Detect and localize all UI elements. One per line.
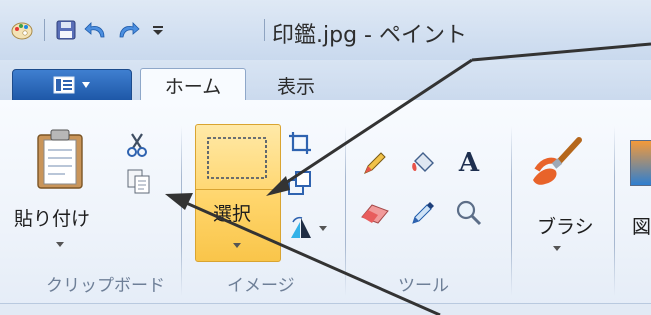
paste-dropdown-arrow (56, 242, 64, 247)
paste-label: 貼り付け (14, 208, 91, 230)
chevron-down-icon (82, 82, 90, 88)
select-label: 選択 (213, 203, 252, 225)
copy-button[interactable] (126, 168, 158, 200)
window-title: 印鑑.jpg - ペイント (272, 23, 467, 48)
qat-customize-icon[interactable] (146, 18, 170, 42)
resize-button[interactable] (287, 170, 317, 200)
qat-separator (44, 19, 45, 41)
clipboard-icon (37, 129, 83, 189)
group-separator (511, 126, 512, 296)
magnifier-icon (456, 200, 482, 226)
text-tool-label: A (458, 148, 480, 178)
cut-button[interactable] (126, 132, 154, 160)
brushes-button[interactable]: ブラシ (525, 128, 594, 268)
magnifier-tool[interactable] (452, 196, 486, 230)
eraser-tool[interactable] (358, 196, 392, 230)
eraser-icon (361, 204, 389, 224)
clipboard-group-label: クリップボード (46, 276, 165, 296)
shapes-icon (630, 140, 651, 186)
group-separator (181, 126, 182, 296)
text-tool[interactable]: A (452, 146, 486, 180)
shapes-label-partial: 図 (632, 216, 651, 238)
paint-palette-icon[interactable] (10, 18, 34, 42)
rotate-icon (291, 216, 311, 238)
file-menu-icon (53, 76, 75, 94)
select-dropdown-arrow (233, 243, 241, 248)
tab-view[interactable]: 表示 (258, 70, 334, 100)
floppy-disk-icon[interactable] (54, 18, 78, 42)
group-separator (345, 126, 346, 296)
file-menu-button[interactable] (12, 69, 132, 101)
image-group-label: イメージ (227, 276, 295, 296)
pencil-tool[interactable] (358, 146, 392, 180)
paste-button[interactable]: 貼り付け (14, 124, 102, 264)
title-separator (264, 19, 265, 41)
fill-tool[interactable] (406, 146, 440, 180)
rotate-dropdown-arrow (319, 226, 327, 231)
pencil-icon (364, 152, 386, 174)
tab-home[interactable]: ホーム (140, 68, 246, 102)
tools-group-label: ツール (398, 276, 449, 296)
brushes-label: ブラシ (537, 216, 594, 238)
scissors-icon (127, 133, 147, 157)
undo-arrow-icon[interactable] (84, 18, 108, 42)
shapes-button-partial[interactable]: 図 (626, 128, 651, 268)
rotate-button[interactable] (287, 214, 331, 246)
resize-icon (288, 171, 311, 195)
paint-bucket-icon (412, 152, 434, 172)
select-split-line (195, 189, 279, 190)
paintbrush-icon (533, 137, 582, 185)
brushes-dropdown-arrow (553, 246, 561, 251)
paint-window: 印鑑.jpg - ペイント ホーム 表示 貼り付け クリップボード 選択 イメー… (0, 0, 651, 315)
title-bar: 印鑑.jpg - ペイント (0, 0, 651, 61)
ribbon-bottom-edge (0, 303, 651, 315)
selection-rectangle-icon (207, 137, 267, 179)
group-separator (614, 126, 615, 296)
eyedropper-icon (412, 202, 434, 224)
crop-button[interactable] (287, 130, 317, 160)
redo-arrow-icon[interactable] (116, 18, 140, 42)
color-picker-tool[interactable] (406, 196, 440, 230)
crop-icon (289, 132, 311, 154)
copy-icon (127, 169, 150, 194)
